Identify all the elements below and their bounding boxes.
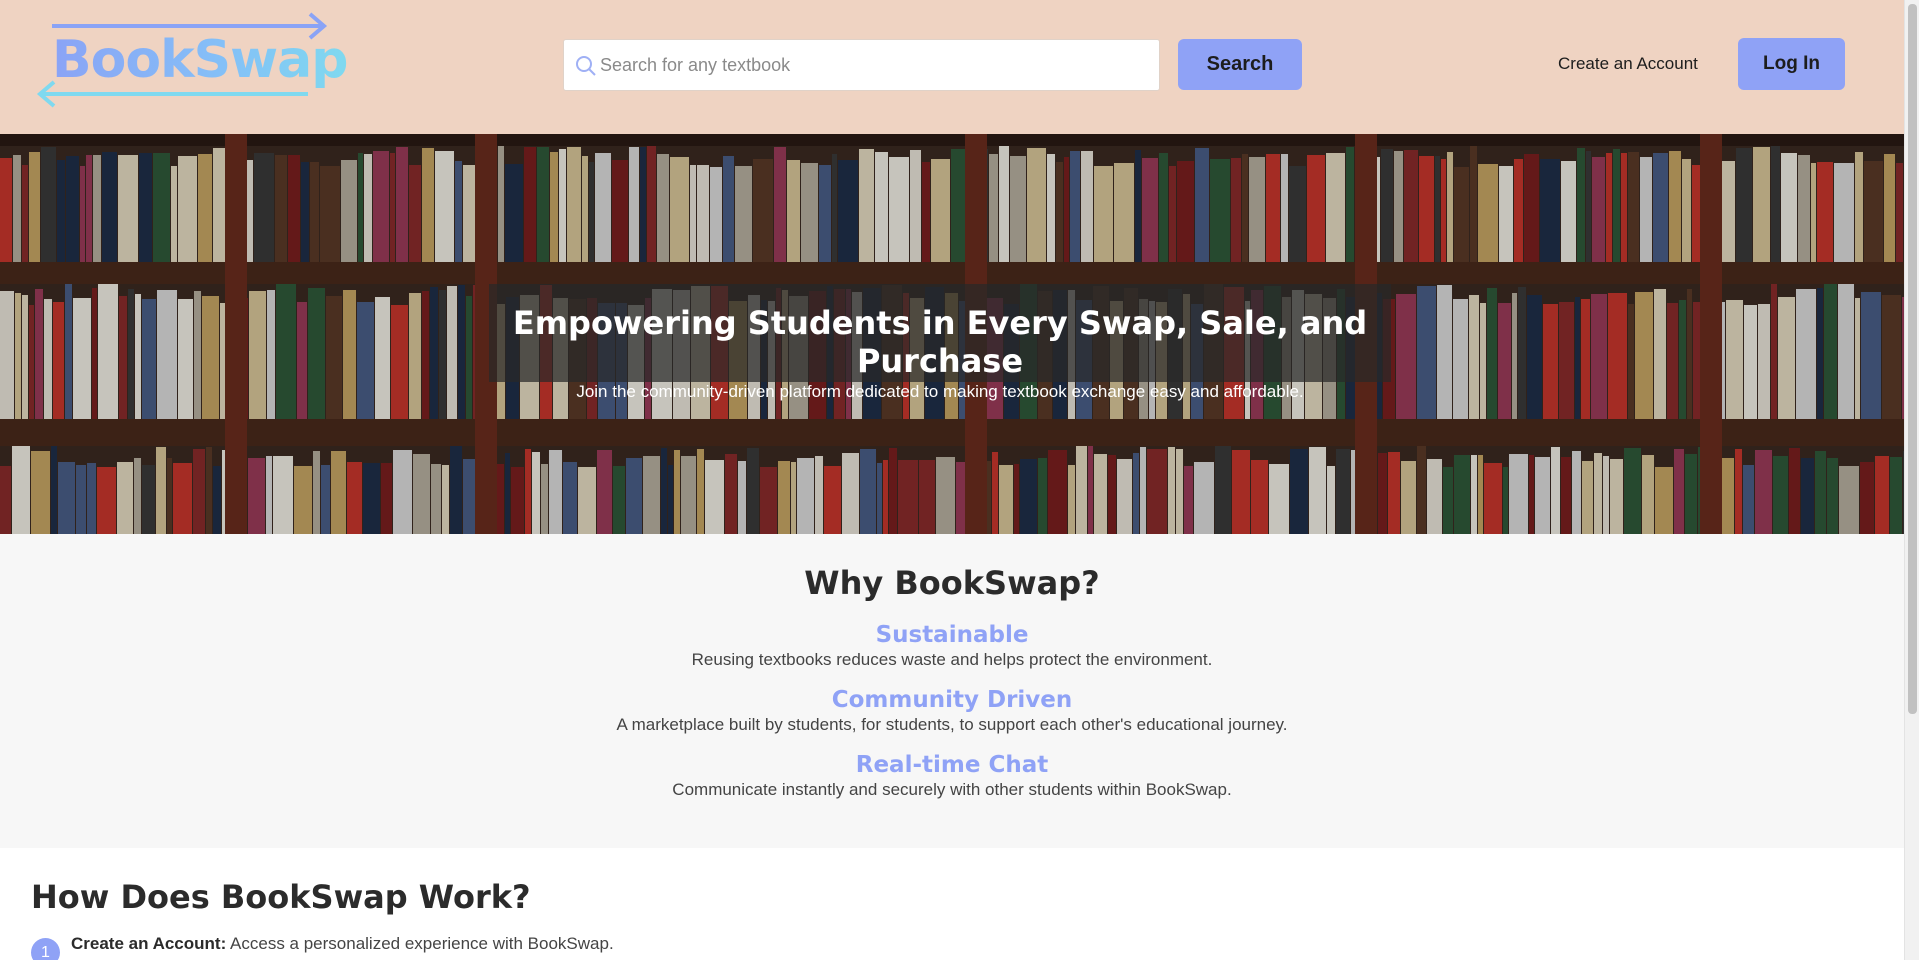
bookswap-logo[interactable]: BookSwap <box>34 12 348 116</box>
step-number-badge: 1 <box>31 938 60 960</box>
create-account-link[interactable]: Create an Account <box>1558 54 1698 74</box>
hero-caption: Empowering Students in Every Swap, Sale,… <box>489 284 1391 401</box>
why-title: Why BookSwap? <box>804 564 1100 602</box>
step-text: Create an Account: Access a personalized… <box>71 934 614 954</box>
feature-title: Community Driven <box>831 687 1073 713</box>
logo-text: BookSwap <box>52 30 348 90</box>
step-label: Create an Account: <box>71 934 227 953</box>
search-input[interactable] <box>600 40 1155 90</box>
feature-description: Communicate instantly and securely with … <box>672 780 1232 799</box>
why-section: Why BookSwap? Sustainable Reusing textbo… <box>0 534 1904 848</box>
how-section: How Does BookSwap Work? 1 Create an Acco… <box>0 848 1904 960</box>
hero-banner: Empowering Students in Every Swap, Sale,… <box>0 134 1904 534</box>
step-description: Access a personalized experience with Bo… <box>226 934 614 953</box>
feature-sustainable: Sustainable Reusing textbooks reduces wa… <box>0 622 1904 670</box>
search-button[interactable]: Search <box>1178 39 1302 90</box>
hero-subtitle: Join the community-driven platform dedic… <box>576 382 1304 401</box>
feature-description: Reusing textbooks reduces waste and help… <box>691 650 1213 669</box>
hero-title: Empowering Students in Every Swap, Sale,… <box>512 304 1368 380</box>
scrollbar-thumb[interactable] <box>1908 4 1917 714</box>
feature-title: Real-time Chat <box>855 752 1049 778</box>
site-header: BookSwap Search Create an Account Log In <box>0 0 1904 134</box>
feature-title: Sustainable <box>875 622 1029 648</box>
page-scrollbar[interactable] <box>1904 0 1919 960</box>
login-button[interactable]: Log In <box>1738 38 1845 90</box>
search-icon <box>576 56 596 76</box>
feature-community-driven: Community Driven A marketplace built by … <box>0 687 1904 735</box>
search-box <box>563 39 1160 91</box>
how-title: How Does BookSwap Work? <box>31 878 531 916</box>
feature-real-time-chat: Real-time Chat Communicate instantly and… <box>0 752 1904 800</box>
feature-description: A marketplace built by students, for stu… <box>616 715 1288 734</box>
